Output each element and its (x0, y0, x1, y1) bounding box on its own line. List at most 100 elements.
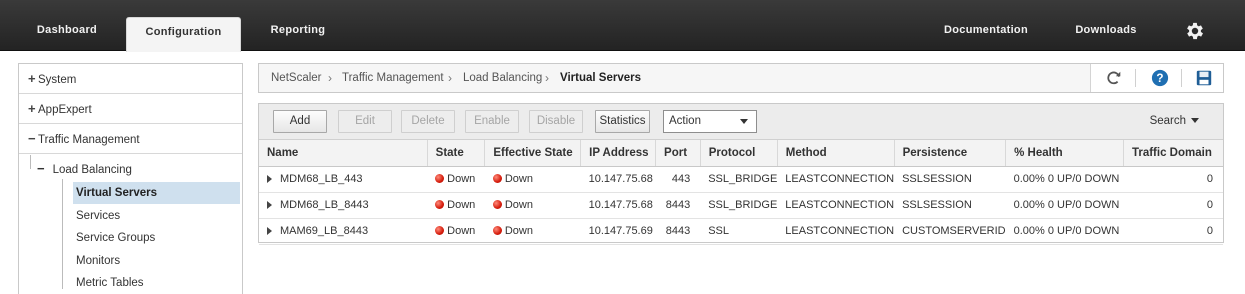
column-header-state[interactable]: State (427, 140, 486, 167)
sidebar-item-service-groups[interactable]: Service Groups (76, 227, 236, 249)
port-cell: 8443 (655, 192, 701, 219)
breadcrumb: NetScaler › Traffic Management › Load Ba… (258, 63, 1224, 93)
delete-button[interactable]: Delete (401, 110, 455, 133)
downloads-link[interactable]: Downloads (1066, 0, 1146, 51)
status-down-icon (492, 174, 502, 183)
sidebar-item-label: Load Balancing (52, 164, 132, 176)
state-text: Down (447, 199, 476, 211)
traffic-domain-cell: 0 (1123, 192, 1223, 219)
expand-row-icon[interactable] (267, 227, 272, 236)
persistence-cell: CUSTOMSERVERID (894, 218, 1006, 245)
expand-plus-icon[interactable]: + (28, 94, 38, 124)
column-header-effective-state[interactable]: Effective State (484, 140, 582, 167)
breadcrumb-virtual-servers: Virtual Servers (560, 72, 641, 84)
svg-text:?: ? (1156, 72, 1163, 85)
add-button[interactable]: Add (273, 110, 327, 133)
column-header-protocol[interactable]: Protocol (700, 140, 778, 167)
table-row[interactable]: MDM68_LB_443 Down Down 10.147.75.68 443 … (259, 166, 1223, 193)
state-cell: Down (427, 218, 485, 245)
save-icon[interactable] (1195, 69, 1213, 87)
enable-button[interactable]: Enable (465, 110, 519, 133)
server-name: MDM68_LB_443 (280, 173, 363, 185)
action-dropdown[interactable]: Action (663, 110, 757, 133)
state-cell: Down (427, 166, 485, 193)
status-down-icon (492, 226, 502, 235)
ip-cell: 10.147.75.69 (580, 218, 656, 245)
method-cell: LEASTCONNECTION (777, 218, 895, 245)
virtual-servers-panel: Add Edit Delete Enable Disable Statistic… (258, 103, 1224, 245)
column-header-method[interactable]: Method (777, 140, 895, 167)
effective-state-text: Down (504, 199, 533, 211)
collapse-minus-icon[interactable]: − (28, 124, 38, 154)
sidebar-item-appexpert[interactable]: + AppExpert (19, 94, 242, 124)
refresh-icon[interactable] (1105, 69, 1123, 87)
effective-state-text: Down (504, 225, 533, 237)
persistence-cell: SSLSESSION (894, 166, 1006, 193)
statistics-button[interactable]: Statistics (595, 110, 650, 133)
protocol-cell: SSL (700, 218, 778, 245)
method-cell: LEASTCONNECTION (777, 166, 895, 193)
protocol-cell: SSL_BRIDGE (700, 166, 778, 193)
port-cell: 8443 (655, 218, 701, 245)
sidebar-item-metric-tables[interactable]: Metric Tables (76, 272, 236, 294)
breadcrumb-netscaler[interactable]: NetScaler (271, 64, 322, 92)
expand-plus-icon[interactable]: + (28, 64, 38, 94)
server-name: MDM68_LB_8443 (280, 199, 369, 211)
tab-reporting[interactable]: Reporting (256, 0, 340, 51)
table-header-row: Name State Effective State IP Address Po… (259, 140, 1223, 167)
sidebar-item-virtual-servers[interactable]: Virtual Servers (73, 182, 240, 204)
help-icon[interactable]: ? (1151, 69, 1169, 87)
search-label: Search (1149, 115, 1186, 127)
sidebar-item-label: AppExpert (38, 104, 92, 116)
effective-state-cell: Down (484, 192, 581, 219)
divider (1135, 69, 1136, 87)
sidebar-item-services[interactable]: Services (76, 205, 236, 227)
chevron-right-icon: › (448, 71, 452, 85)
expand-row-icon[interactable] (267, 201, 272, 210)
sidebar-item-monitors[interactable]: Monitors (76, 250, 236, 272)
tab-dashboard[interactable]: Dashboard (20, 0, 114, 51)
status-down-icon (492, 200, 502, 209)
state-cell: Down (427, 192, 485, 219)
effective-state-cell: Down (484, 166, 581, 193)
state-text: Down (447, 225, 476, 237)
breadcrumb-load-balancing[interactable]: Load Balancing (463, 64, 542, 92)
tree-connector (62, 179, 63, 289)
documentation-link[interactable]: Documentation (932, 0, 1040, 51)
search-button[interactable]: Search (1150, 110, 1199, 133)
column-header-name[interactable]: Name (259, 140, 428, 167)
column-header-health[interactable]: % Health (1005, 140, 1124, 167)
status-down-icon (435, 226, 445, 235)
divider (1181, 69, 1182, 87)
edit-button[interactable]: Edit (338, 110, 392, 133)
expand-row-icon[interactable] (267, 175, 272, 184)
toolbar: Add Edit Delete Enable Disable Statistic… (259, 104, 1223, 140)
chevron-right-icon: › (545, 71, 549, 85)
server-name: MAM69_LB_8443 (280, 225, 369, 237)
tab-configuration[interactable]: Configuration (126, 17, 241, 52)
collapse-minus-icon[interactable]: − (37, 161, 45, 176)
traffic-domain-cell: 0 (1123, 166, 1223, 193)
effective-state-text: Down (504, 173, 533, 185)
column-header-ip-address[interactable]: IP Address (580, 140, 657, 167)
caret-down-icon (1191, 118, 1199, 124)
sidebar-item-traffic-management[interactable]: − Traffic Management (19, 124, 242, 154)
column-header-traffic-domain[interactable]: Traffic Domain (1123, 140, 1223, 167)
state-text: Down (447, 173, 476, 185)
status-down-icon (435, 174, 445, 183)
caret-down-icon (740, 119, 748, 124)
chevron-right-icon: › (328, 71, 332, 85)
sidebar-item-load-balancing[interactable]: − Load Balancing (37, 158, 237, 180)
virtual-servers-table: Name State Effective State IP Address Po… (259, 140, 1223, 245)
sidebar-item-system[interactable]: + System (19, 64, 242, 94)
table-row[interactable]: MAM69_LB_8443 Down Down 10.147.75.69 844… (259, 218, 1223, 245)
table-row[interactable]: MDM68_LB_8443 Down Down 10.147.75.68 844… (259, 192, 1223, 219)
column-header-port[interactable]: Port (655, 140, 701, 167)
column-header-persistence[interactable]: Persistence (894, 140, 1007, 167)
sidebar-navigation: + System + AppExpert − Traffic Management −… (18, 63, 243, 294)
disable-button[interactable]: Disable (529, 110, 583, 133)
gear-icon[interactable] (1184, 20, 1206, 42)
tree-connector (30, 155, 31, 169)
traffic-domain-cell: 0 (1123, 218, 1223, 245)
breadcrumb-traffic-management[interactable]: Traffic Management (342, 64, 444, 92)
